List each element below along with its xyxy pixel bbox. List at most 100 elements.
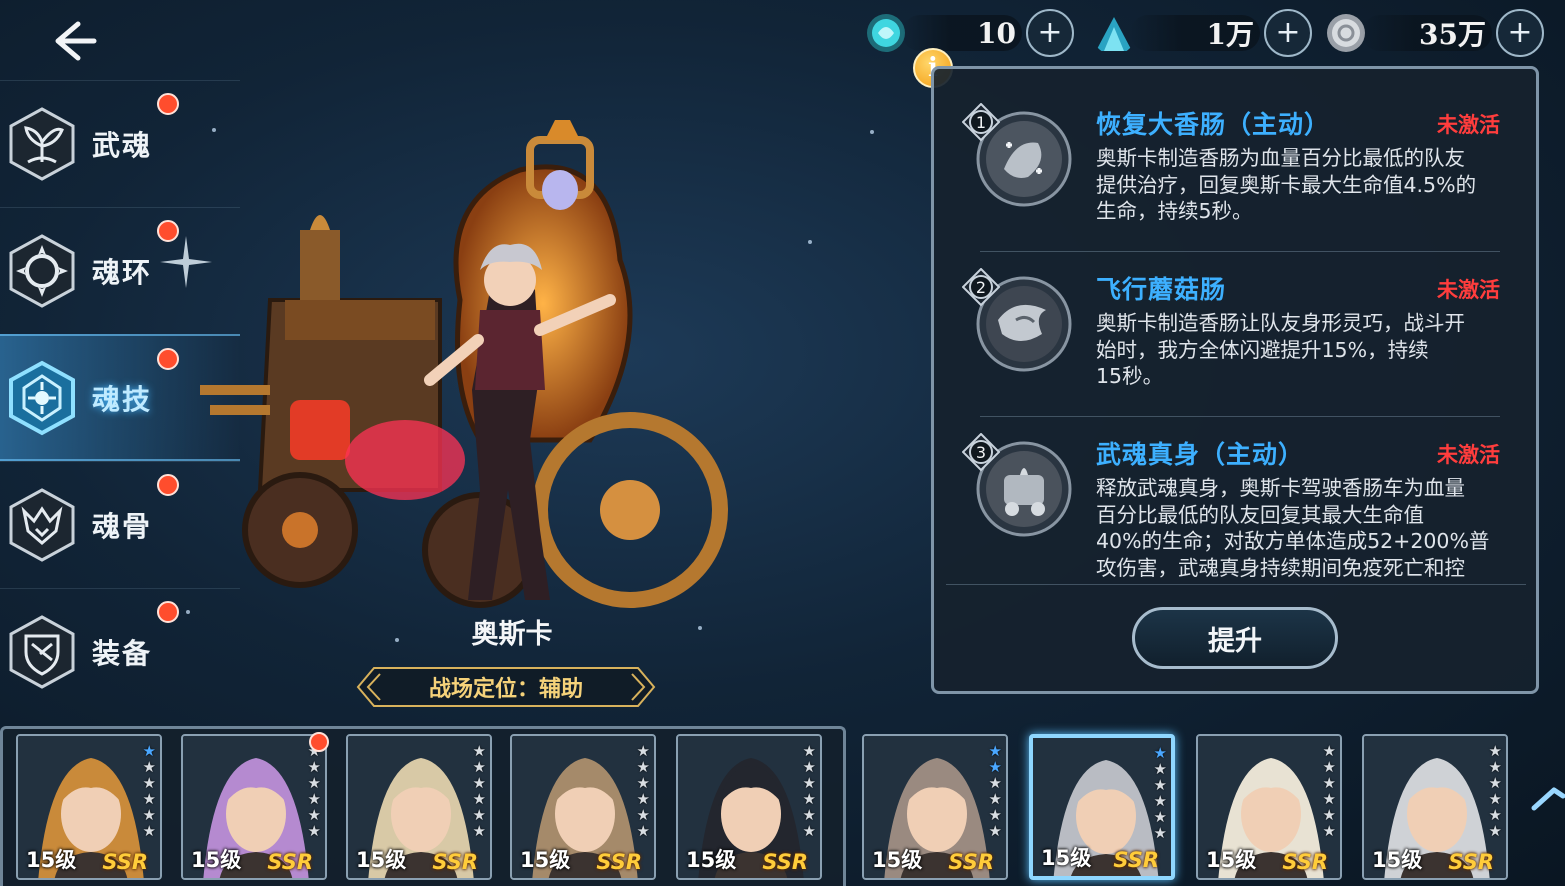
hero-card[interactable]: ★★★★★★15级SSR <box>862 734 1008 880</box>
hero-card[interactable]: ★★★★★★15级SSR <box>676 734 822 880</box>
sparkle <box>870 130 874 134</box>
star-icon: ★ <box>1488 774 1502 792</box>
notification-dot <box>157 474 179 496</box>
add-blue-spirit-button[interactable]: + <box>1264 9 1312 57</box>
hero-rarity: SSR <box>102 850 148 874</box>
star-icon: ★ <box>472 822 486 840</box>
star-icon: ★ <box>307 758 321 776</box>
hero-rarity: SSR <box>948 850 994 874</box>
star-icon: ★ <box>802 806 816 824</box>
hero-level: 15级 <box>356 848 407 872</box>
star-icon: ★ <box>1322 806 1336 824</box>
star-icon: ★ <box>1153 824 1167 842</box>
star-icon: ★ <box>636 742 650 760</box>
star-icon: ★ <box>142 806 156 824</box>
sparkle <box>808 240 812 244</box>
character-illustration <box>200 120 728 608</box>
divider <box>946 584 1526 585</box>
skill-desc-line: 百分比最低的队友回复其最大生命值 <box>1096 502 1424 527</box>
star-icon: ★ <box>1153 744 1167 762</box>
nav-label: 魂环 <box>92 256 153 289</box>
skill-status: 未激活 <box>1437 443 1500 467</box>
star-icon: ★ <box>1488 790 1502 808</box>
star-icon: ★ <box>1488 742 1502 760</box>
hero-level: 15级 <box>520 848 571 872</box>
sparkle <box>395 638 399 642</box>
currency-value: 1万 <box>1206 18 1254 51</box>
star-icon: ★ <box>1322 758 1336 776</box>
hero-level: 15级 <box>686 848 737 872</box>
star-icon: ★ <box>472 790 486 808</box>
hero-card[interactable]: ★★★★★★15级SSR <box>510 734 656 880</box>
star-icon: ★ <box>472 758 486 776</box>
add-soul-crystal-button[interactable]: + <box>1026 9 1074 57</box>
skill-icon <box>9 360 75 435</box>
star-icon: ★ <box>802 822 816 840</box>
currency-silver-coin: 35万 + <box>1324 6 1544 60</box>
hero-rarity: SSR <box>596 850 642 874</box>
notification-dot <box>157 93 179 115</box>
skill-number-badge: 3 <box>962 433 1000 471</box>
arrow-left-icon <box>55 21 97 61</box>
hero-card[interactable]: ★★★★★★15级SSR <box>181 734 327 880</box>
nav-label: 武魂 <box>92 129 153 162</box>
star-icon: ★ <box>472 774 486 792</box>
star-icon: ★ <box>988 790 1002 808</box>
star-rating: ★★★★★★ <box>1154 746 1167 841</box>
star-icon: ★ <box>472 742 486 760</box>
star-icon: ★ <box>142 742 156 760</box>
hero-level: 15级 <box>26 848 77 872</box>
star-rating: ★★★★★★ <box>143 744 156 839</box>
star-rating: ★★★★★★ <box>473 744 486 839</box>
star-icon: ★ <box>636 774 650 792</box>
star-icon: ★ <box>1153 808 1167 826</box>
chevron-up-icon[interactable] <box>1530 782 1565 816</box>
hero-card[interactable]: ★★★★★★15级SSR <box>1362 734 1508 880</box>
add-silver-coin-button[interactable]: + <box>1496 9 1544 57</box>
plus-icon: + <box>1275 15 1301 50</box>
star-icon: ★ <box>1488 758 1502 776</box>
sprout-icon <box>9 107 75 181</box>
notification-dot <box>157 601 179 623</box>
character-name: 奥斯卡 <box>471 619 553 650</box>
currency-blue-spirit: 1万 + <box>1092 6 1312 60</box>
upgrade-button[interactable]: 提升 <box>1132 607 1338 669</box>
star-rating: ★★★★★★ <box>637 744 650 839</box>
star-icon: ★ <box>1322 774 1336 792</box>
skill-desc-line: 攻伤害，武魂真身持续期间免疫死亡和控 <box>1096 555 1465 580</box>
ring-icon <box>9 234 75 308</box>
star-rating: ★★★★★★ <box>989 744 1002 839</box>
star-icon: ★ <box>988 806 1002 824</box>
currency-soul-crystal: 10 + <box>864 6 1074 60</box>
plus-icon: + <box>1507 15 1533 50</box>
nav-label: 魂骨 <box>92 510 153 543</box>
currency-value: 35万 <box>1419 18 1486 51</box>
hero-card[interactable]: ★★★★★★ 15级 SSR <box>16 734 162 880</box>
star-rating: ★★★★★★ <box>1489 744 1502 839</box>
star-icon: ★ <box>1322 822 1336 840</box>
hero-card[interactable]: ★★★★★★15级SSR <box>1029 734 1175 880</box>
skill-row[interactable]: 3 武魂真身（主动） 未激活 释放武魂真身，奥斯卡驾驶香肠车为血量 百分比最低的… <box>934 69 1536 584</box>
star-icon: ★ <box>1322 742 1336 760</box>
star-icon: ★ <box>1488 822 1502 840</box>
hero-level: 15级 <box>191 848 242 872</box>
star-icon: ★ <box>636 822 650 840</box>
star-icon: ★ <box>988 822 1002 840</box>
skill-description: 释放武魂真身，奥斯卡驾驶香肠车为血量 百分比最低的队友回复其最大生命值 40%的… <box>1096 475 1508 581</box>
hero-level: 15级 <box>1206 848 1257 872</box>
plus-icon: + <box>1037 15 1063 50</box>
skill-desc-line: 释放武魂真身，奥斯卡驾驶香肠车为血量 <box>1096 476 1465 500</box>
hero-card[interactable]: ★★★★★★15级SSR <box>346 734 492 880</box>
notification-dot <box>157 220 179 242</box>
star-icon: ★ <box>988 742 1002 760</box>
role-label: 战场定位：辅助 <box>428 677 583 702</box>
star-icon: ★ <box>142 758 156 776</box>
star-icon: ★ <box>988 758 1002 776</box>
star-icon: ★ <box>307 790 321 808</box>
hero-level: 15级 <box>1041 846 1092 870</box>
hero-rarity: SSR <box>1282 850 1328 874</box>
role-tag: 战场定位：辅助 <box>356 666 656 708</box>
star-icon: ★ <box>988 774 1002 792</box>
back-button[interactable] <box>48 18 104 64</box>
hero-card[interactable]: ★★★★★★15级SSR <box>1196 734 1342 880</box>
